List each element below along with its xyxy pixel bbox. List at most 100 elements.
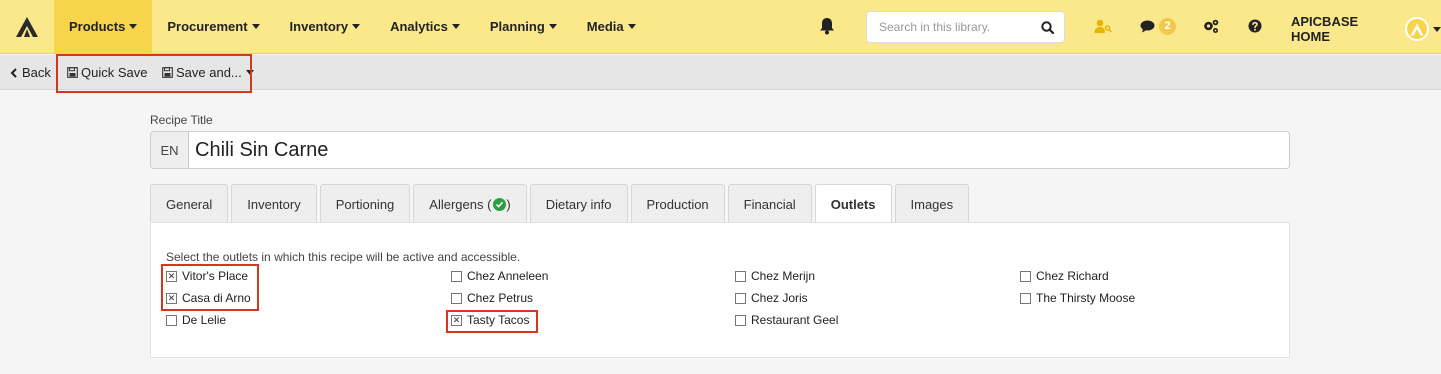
library-search[interactable] [866, 11, 1065, 43]
checkmark-icon [496, 201, 504, 208]
tab-general-label: General [166, 196, 213, 212]
outlet-checkbox[interactable]: Restaurant Geel [735, 313, 838, 327]
tab-dietary-info-label: Dietary info [545, 196, 612, 212]
nav-analytics[interactable]: Analytics [375, 0, 475, 54]
nav-media-label: Media [586, 19, 624, 34]
checkbox-unchecked[interactable] [451, 270, 462, 282]
apicbase-logo[interactable] [0, 0, 54, 54]
outlet-label: Casa di Arno [182, 291, 251, 305]
checkbox-unchecked[interactable] [1020, 270, 1031, 282]
nav-media[interactable]: Media [572, 0, 651, 54]
account-menu[interactable]: APICBASE HOME [1291, 14, 1441, 44]
tab-images[interactable]: Images [894, 184, 970, 223]
user-permissions-button[interactable] [1094, 19, 1112, 34]
nav-products-label: Products [69, 19, 126, 34]
outlet-label: Vitor's Place [182, 269, 249, 283]
chat-icon [1140, 20, 1155, 33]
avatar [1405, 17, 1429, 41]
messages-count-badge: 2 [1159, 18, 1176, 35]
outlet-checkbox[interactable]: Chez Anneleen [451, 269, 548, 283]
outlet-label: Chez Merijn [751, 269, 816, 283]
tab-outlets[interactable]: Outlets [814, 184, 892, 224]
outlet-checkbox[interactable]: The Thirsty Moose [1020, 291, 1135, 305]
search-icon[interactable] [1041, 20, 1054, 34]
caret-down-icon [1433, 26, 1441, 32]
nav-procurement[interactable]: Procurement [152, 0, 274, 54]
tab-financial[interactable]: Financial [727, 184, 812, 223]
back-button[interactable]: Back [10, 55, 51, 90]
outlet-checkbox[interactable]: Chez Petrus [451, 291, 533, 305]
quick-save-label: Quick Save [81, 65, 148, 80]
nav-planning[interactable]: Planning [475, 0, 572, 54]
checkbox-unchecked[interactable] [735, 292, 746, 304]
outlet-label: Chez Anneleen [467, 269, 549, 283]
tab-production[interactable]: Production [630, 184, 725, 223]
settings-button[interactable] [1203, 19, 1219, 34]
checkbox-unchecked[interactable] [735, 314, 746, 326]
caret-down-icon [251, 24, 260, 29]
tab-inventory[interactable]: Inventory [231, 184, 317, 223]
language-badge: EN [151, 132, 189, 168]
checkbox-checked[interactable]: ✕ [166, 292, 177, 304]
tab-dietary-info[interactable]: Dietary info [529, 184, 628, 223]
outlet-checkbox[interactable]: ✕ Casa di Arno [166, 291, 251, 305]
checkbox-unchecked[interactable] [451, 292, 462, 304]
floppy-disk-icon [67, 67, 78, 78]
nav-inventory[interactable]: Inventory [275, 0, 376, 54]
outlets-instructions: Select the outlets in which this recipe … [166, 250, 521, 264]
outlet-label: Restaurant Geel [751, 313, 839, 327]
avatar-logo-icon [1410, 23, 1424, 35]
quick-save-button[interactable]: Quick Save [67, 55, 147, 90]
apicbase-logo-icon [16, 16, 38, 37]
checkbox-checked[interactable]: ✕ [166, 270, 177, 282]
tab-inventory-label: Inventory [247, 196, 301, 212]
outlet-checkbox[interactable]: De Lelie [166, 313, 226, 327]
notifications-button[interactable] [819, 17, 837, 37]
caret-down-icon [245, 70, 254, 75]
bell-icon [820, 18, 834, 35]
nav-analytics-label: Analytics [390, 19, 448, 34]
caret-down-icon [627, 24, 636, 29]
tab-financial-label: Financial [743, 196, 796, 212]
tab-general[interactable]: General [150, 184, 229, 223]
outlet-checkbox[interactable]: ✕ Tasty Tacos [451, 313, 529, 327]
outlet-checkbox[interactable]: ✕ Vitor's Place [166, 269, 248, 283]
messages-button[interactable]: 2 [1140, 18, 1176, 35]
tab-production-label: Production [646, 196, 709, 212]
tab-images-label: Images [910, 196, 954, 212]
caret-down-icon [548, 24, 557, 29]
gears-icon [1204, 19, 1219, 33]
floppy-disk-icon [162, 67, 173, 78]
help-button[interactable] [1248, 19, 1262, 33]
outlet-checkbox[interactable]: Chez Merijn [735, 269, 815, 283]
outlet-checkbox[interactable]: Chez Joris [735, 291, 808, 305]
chevron-left-icon [10, 67, 17, 78]
checkbox-checked[interactable]: ✕ [451, 314, 462, 326]
account-name: APICBASE HOME [1291, 14, 1359, 44]
caret-down-icon [451, 24, 460, 29]
search-input[interactable] [877, 19, 1041, 35]
save-and-dropdown[interactable]: Save and... [162, 55, 254, 90]
top-navbar: Products Procurement Inventory Analytics… [0, 0, 1441, 54]
outlet-label: The Thirsty Moose [1036, 291, 1136, 305]
outlet-label: Tasty Tacos [467, 313, 530, 327]
user-key-icon [1094, 19, 1112, 33]
nav-planning-label: Planning [489, 19, 545, 34]
question-circle-icon [1248, 19, 1262, 33]
checkbox-unchecked[interactable] [1020, 292, 1031, 304]
recipe-title-input[interactable] [189, 132, 1289, 168]
action-toolbar: Back Quick Save Save and... [0, 55, 1441, 90]
outlet-checkbox[interactable]: Chez Richard [1020, 269, 1109, 283]
recipe-title-label: Recipe Title [150, 113, 213, 127]
tab-allergens[interactable]: Allergens ( ) [413, 184, 527, 223]
recipe-title-field: EN [150, 131, 1290, 169]
save-and-label: Save and... [176, 65, 242, 80]
nav-inventory-label: Inventory [289, 19, 349, 34]
nav-products[interactable]: Products [54, 0, 153, 54]
nav-procurement-label: Procurement [167, 19, 248, 34]
tab-portioning[interactable]: Portioning [319, 184, 411, 223]
tab-allergens-label: Allergens ( [429, 196, 492, 212]
outlet-label: Chez Joris [751, 291, 808, 305]
checkbox-unchecked[interactable] [735, 270, 746, 282]
checkbox-unchecked[interactable] [166, 314, 177, 326]
